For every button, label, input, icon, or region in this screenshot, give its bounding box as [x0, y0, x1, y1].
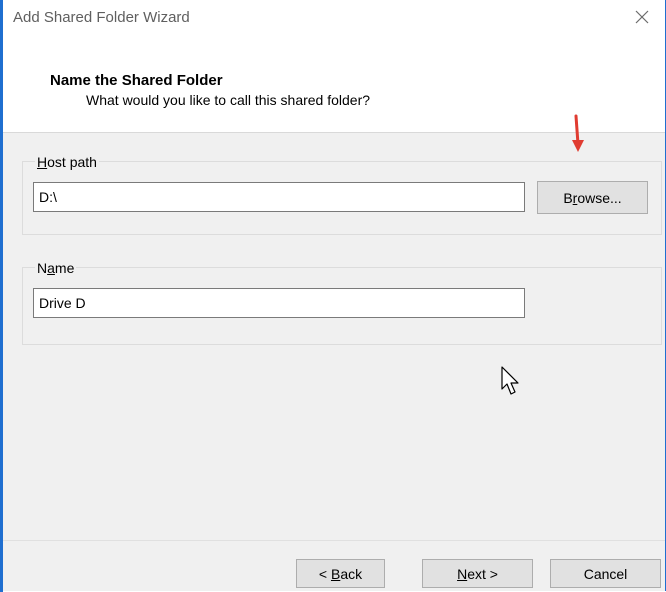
name-group: Name Drive D — [22, 260, 662, 345]
host-path-label: Host path — [35, 154, 99, 170]
name-input[interactable]: Drive D — [33, 288, 525, 318]
mouse-cursor-icon — [501, 366, 519, 395]
wizard-body: Host path D:\ Br owse... Name Drive D — [1, 133, 665, 540]
host-path-group: Host path D:\ Br owse... — [22, 154, 662, 235]
close-button[interactable] — [619, 0, 665, 34]
close-icon — [635, 10, 649, 24]
wizard-footer: < Back Next > Cancel — [1, 540, 665, 591]
wizard-header: Name the Shared Folder What would you li… — [1, 34, 665, 133]
wizard-window: Add Shared Folder Wizard Name the Shared… — [0, 0, 666, 591]
host-path-input[interactable]: D:\ — [33, 182, 525, 212]
cancel-button[interactable]: Cancel — [550, 559, 661, 588]
page-title: Name the Shared Folder — [50, 72, 223, 89]
browse-button[interactable]: Br owse... — [537, 181, 648, 214]
page-subtitle: What would you like to call this shared … — [86, 92, 371, 108]
name-label: Name — [35, 260, 77, 276]
back-button[interactable]: < Back — [296, 559, 385, 588]
window-edge — [0, 0, 3, 592]
next-button[interactable]: Next > — [422, 559, 533, 588]
red-arrow-icon — [572, 114, 584, 152]
window-title: Add Shared Folder Wizard — [13, 9, 190, 26]
title-bar: Add Shared Folder Wizard — [1, 0, 665, 34]
